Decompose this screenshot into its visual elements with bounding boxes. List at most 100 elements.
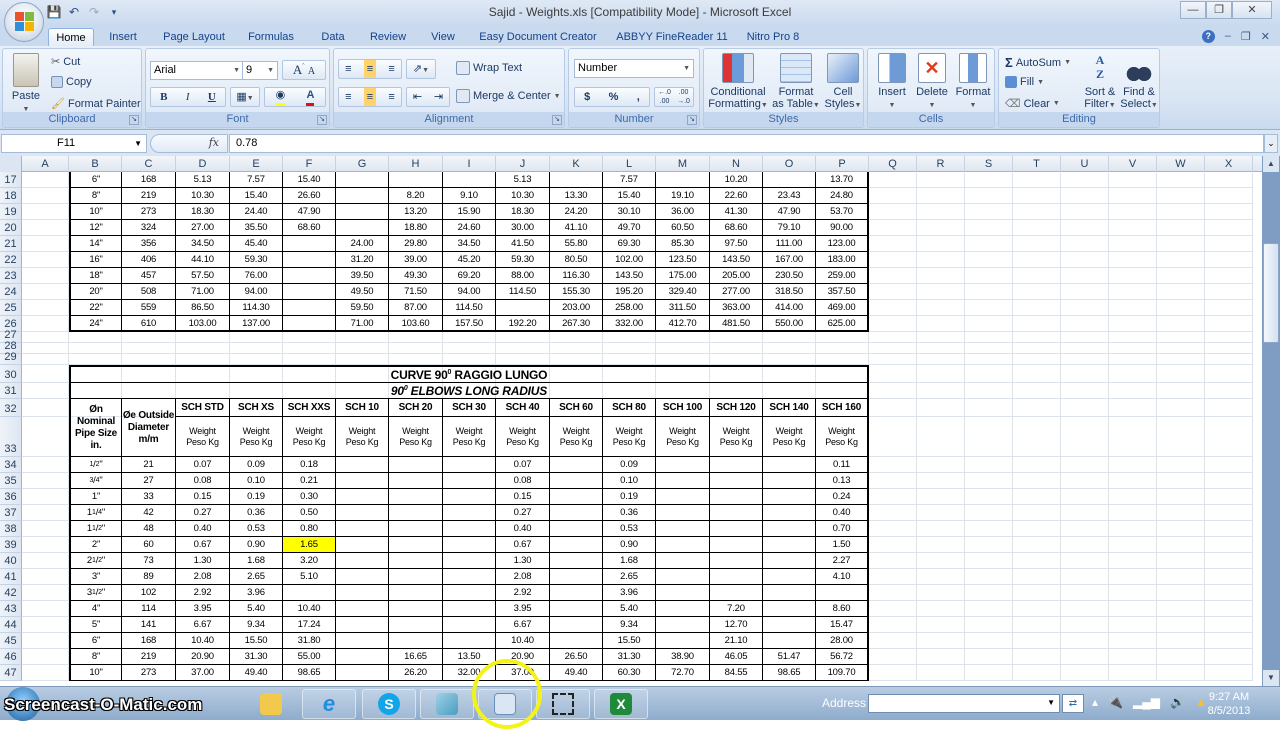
table-cell[interactable]: 23.43 [763, 188, 816, 204]
table-cell[interactable]: 0.80 [283, 521, 336, 537]
column-header-w[interactable]: W [1157, 156, 1205, 172]
grid-cell[interactable] [965, 354, 1013, 365]
table-cell[interactable]: 469.00 [816, 300, 869, 316]
grid-cell[interactable] [965, 172, 1013, 188]
table-cell[interactable]: 168 [122, 172, 176, 188]
grid-cell[interactable] [1157, 505, 1205, 521]
grid-cell[interactable] [965, 473, 1013, 489]
table-cell[interactable]: 111.00 [763, 236, 816, 252]
grid-cell[interactable] [1205, 489, 1253, 505]
header-weight-label[interactable]: Weight Peso Kg [763, 417, 816, 457]
grid-cell[interactable] [1061, 252, 1109, 268]
grid-cell[interactable] [1205, 505, 1253, 521]
grid-cell[interactable] [917, 417, 965, 457]
table-cell[interactable]: 167.00 [763, 252, 816, 268]
table-cell[interactable]: 20" [69, 284, 122, 300]
table-cell[interactable] [710, 473, 763, 489]
column-header-h[interactable]: H [389, 156, 443, 172]
table-cell[interactable] [443, 601, 496, 617]
table-cell[interactable] [656, 601, 710, 617]
table-cell[interactable] [443, 489, 496, 505]
grid-cell[interactable] [816, 354, 869, 365]
table-cell[interactable]: 80.50 [550, 252, 603, 268]
table-cell[interactable] [710, 553, 763, 569]
grid-cell[interactable] [550, 332, 603, 343]
grid-cell[interactable] [869, 601, 917, 617]
column-header-j[interactable]: J [496, 156, 550, 172]
decrease-indent-icon[interactable]: ⇤ [413, 88, 422, 106]
grid-cell[interactable] [710, 354, 763, 365]
grid-cell[interactable] [917, 553, 965, 569]
grid-cell[interactable] [917, 399, 965, 417]
table-cell[interactable]: 1.68 [230, 553, 283, 569]
grid-cell[interactable] [1013, 665, 1061, 681]
grid-cell[interactable] [22, 417, 69, 457]
table-cell[interactable]: 15.40 [230, 188, 283, 204]
row-header-23[interactable]: 23 [0, 268, 22, 284]
table-cell[interactable] [550, 633, 603, 649]
grid-cell[interactable] [869, 457, 917, 473]
header-weight-label[interactable]: Weight Peso Kg [550, 417, 603, 457]
grid-cell[interactable] [1205, 521, 1253, 537]
power-icon[interactable]: 🔌 [1108, 695, 1123, 709]
grid-cell[interactable] [1157, 649, 1205, 665]
grid-cell[interactable] [869, 537, 917, 553]
grid-cell[interactable] [869, 252, 917, 268]
grid-cell[interactable] [869, 172, 917, 188]
table-cell[interactable]: 59.50 [336, 300, 389, 316]
table-cell[interactable]: 7.20 [710, 601, 763, 617]
grid-cell[interactable] [869, 300, 917, 316]
grid-cell[interactable] [336, 332, 389, 343]
grid-cell[interactable] [22, 220, 69, 236]
taskbar-snipping-tool[interactable] [536, 689, 590, 719]
grid-cell[interactable] [965, 457, 1013, 473]
grid-cell[interactable] [1205, 399, 1253, 417]
table-cell[interactable] [550, 489, 603, 505]
grid-cell[interactable] [1205, 569, 1253, 585]
table-cell[interactable]: 1.68 [603, 553, 656, 569]
grid-cell[interactable] [917, 300, 965, 316]
table-cell[interactable]: 10.20 [710, 172, 763, 188]
grid-cell[interactable] [656, 354, 710, 365]
grid-cell[interactable] [1205, 383, 1253, 399]
grid-cell[interactable] [917, 473, 965, 489]
row-header-25[interactable]: 25 [0, 300, 22, 316]
table-cell[interactable]: 22" [69, 300, 122, 316]
table-cell[interactable] [389, 553, 443, 569]
expand-formula-bar-icon[interactable]: ⌄ [1264, 134, 1278, 153]
header-weight-label[interactable]: Weight Peso Kg [283, 417, 336, 457]
table-cell[interactable]: 27 [122, 473, 176, 489]
grid-cell[interactable] [22, 399, 69, 417]
fill-button[interactable]: Fill ▼ [1005, 76, 1044, 88]
grid-cell[interactable] [710, 343, 763, 354]
row-header-17[interactable]: 17 [0, 172, 22, 188]
table-cell[interactable]: 15.47 [816, 617, 869, 633]
grid-cell[interactable] [1013, 300, 1061, 316]
delete-cells-button[interactable]: ✕ Delete ▼ [912, 53, 952, 112]
grid-cell[interactable] [965, 383, 1013, 399]
find-select-button[interactable]: Find & Select▼ [1119, 53, 1159, 112]
table-cell[interactable]: 1/2 " [69, 457, 122, 473]
table-cell[interactable] [336, 188, 389, 204]
row-header-33[interactable]: 33 [0, 417, 22, 457]
grid-cell[interactable] [69, 354, 122, 365]
table-cell[interactable] [656, 633, 710, 649]
table-cell[interactable] [550, 473, 603, 489]
column-header-u[interactable]: U [1061, 156, 1109, 172]
table-cell[interactable]: 0.27 [496, 505, 550, 521]
table-cell[interactable]: 0.07 [176, 457, 230, 473]
grid-cell[interactable] [1157, 354, 1205, 365]
grid-cell[interactable] [917, 204, 965, 220]
grid-cell[interactable] [1013, 399, 1061, 417]
table-cell[interactable]: 39.50 [336, 268, 389, 284]
header-schedule[interactable]: SCH XXS [283, 399, 336, 417]
table-cell[interactable]: 0.36 [230, 505, 283, 521]
grid-cell[interactable] [869, 553, 917, 569]
table-cell[interactable] [389, 569, 443, 585]
grid-cell[interactable] [965, 236, 1013, 252]
table-cell[interactable]: 329.40 [656, 284, 710, 300]
table-cell[interactable]: 219 [122, 649, 176, 665]
table-cell[interactable]: 141 [122, 617, 176, 633]
table-cell[interactable] [336, 569, 389, 585]
format-as-table-button[interactable]: Format as Table▼ [770, 53, 822, 112]
